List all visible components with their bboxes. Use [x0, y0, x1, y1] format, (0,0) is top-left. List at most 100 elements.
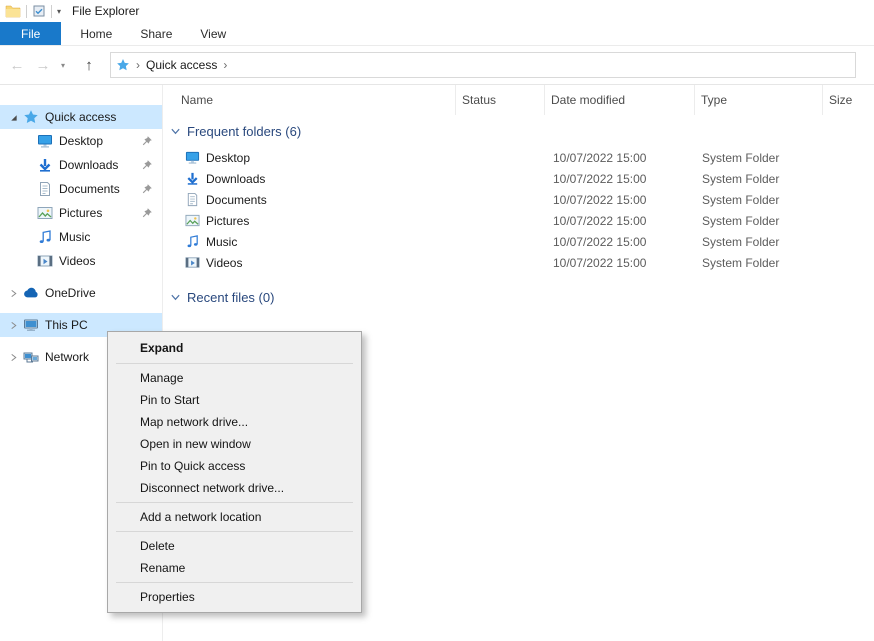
recent-locations-dropdown-icon[interactable]: ▾ — [56, 61, 70, 70]
chevron-collapsed-icon[interactable] — [7, 287, 19, 299]
pin-icon — [141, 135, 153, 147]
group-collapse-icon[interactable] — [170, 126, 181, 137]
tab-file[interactable]: File — [0, 22, 61, 45]
sidebar-item-quick-access[interactable]: Quick access — [0, 105, 162, 129]
window-title: File Explorer — [72, 4, 139, 18]
cell-name: Documents — [163, 192, 459, 207]
chevron-placeholder — [21, 255, 33, 267]
quick-access-star-icon — [23, 109, 39, 125]
back-button[interactable]: ← — [4, 57, 30, 74]
pin-icon — [141, 159, 153, 171]
sidebar-item-label: Desktop — [59, 134, 141, 148]
cell-date: 10/07/2022 15:00 — [547, 235, 696, 249]
sidebar-item-label: Documents — [59, 182, 141, 196]
group-collapse-icon[interactable] — [170, 292, 181, 303]
context-menu-item-open-in-new-window[interactable]: Open in new window — [108, 433, 361, 455]
context-menu-item-properties[interactable]: Properties — [108, 586, 361, 608]
file-row-music[interactable]: Music10/07/2022 15:00System Folder — [163, 231, 874, 252]
toolbar-divider — [26, 5, 27, 18]
file-rows: Desktop10/07/2022 15:00System FolderDown… — [163, 147, 874, 273]
context-menu-item-add-a-network-location[interactable]: Add a network location — [108, 506, 361, 528]
sidebar-item-label: OneDrive — [45, 286, 162, 300]
sidebar-item-documents[interactable]: Documents — [0, 177, 162, 201]
ribbon-tab-bar: FileHomeShareView — [0, 22, 874, 46]
tab-home[interactable]: Home — [66, 22, 126, 45]
menu-separator — [116, 531, 353, 532]
tab-share[interactable]: Share — [126, 22, 186, 45]
chevron-placeholder — [21, 231, 33, 243]
sidebar-item-label: Pictures — [59, 206, 141, 220]
chevron-placeholder — [21, 159, 33, 171]
group-header-frequent-folders[interactable]: Frequent folders (6) — [163, 115, 874, 147]
breadcrumb-chevron-icon[interactable]: › — [223, 58, 227, 72]
sidebar-item-label: Videos — [59, 254, 162, 268]
address-input[interactable]: › Quick access › — [110, 52, 856, 78]
pin-icon — [141, 207, 153, 219]
file-row-desktop[interactable]: Desktop10/07/2022 15:00System Folder — [163, 147, 874, 168]
chevron-expanded-icon[interactable] — [7, 111, 19, 123]
titlebar: ▾ File Explorer — [0, 0, 874, 22]
column-header-date-modified[interactable]: Date modified — [545, 85, 695, 115]
column-header-size[interactable]: Size — [823, 85, 874, 115]
cell-date: 10/07/2022 15:00 — [547, 151, 696, 165]
sidebar-item-onedrive[interactable]: OneDrive — [0, 281, 162, 305]
cell-type: System Folder — [696, 256, 823, 270]
file-row-videos[interactable]: Videos10/07/2022 15:00System Folder — [163, 252, 874, 273]
music-icon — [37, 229, 53, 245]
sidebar-item-label: This PC — [45, 318, 162, 332]
pictures-icon — [185, 213, 200, 228]
customize-toolbar-dropdown-icon[interactable]: ▾ — [57, 7, 61, 16]
cell-type: System Folder — [696, 235, 823, 249]
onedrive-icon — [23, 285, 39, 301]
desktop-icon — [37, 133, 53, 149]
address-bar: ← → ▾ ↑ › Quick access › — [0, 46, 874, 85]
breadcrumb-chevron-icon[interactable]: › — [136, 58, 140, 72]
cell-name: Pictures — [163, 213, 459, 228]
videos-icon — [185, 255, 200, 270]
sidebar-item-music[interactable]: Music — [0, 225, 162, 249]
context-menu-item-pin-to-start[interactable]: Pin to Start — [108, 389, 361, 411]
context-menu-item-map-network-drive[interactable]: Map network drive... — [108, 411, 361, 433]
context-menu-item-rename[interactable]: Rename — [108, 557, 361, 579]
menu-separator — [116, 502, 353, 503]
context-menu-item-disconnect-network-drive[interactable]: Disconnect network drive... — [108, 477, 361, 499]
file-row-documents[interactable]: Documents10/07/2022 15:00System Folder — [163, 189, 874, 210]
column-header-name[interactable]: Name — [163, 85, 456, 115]
file-name: Downloads — [206, 172, 265, 186]
downloads-icon — [37, 157, 53, 173]
chevron-collapsed-icon[interactable] — [7, 351, 19, 363]
cell-name: Videos — [163, 255, 459, 270]
cell-type: System Folder — [696, 214, 823, 228]
file-name: Documents — [206, 193, 267, 207]
chevron-placeholder — [21, 207, 33, 219]
chevron-collapsed-icon[interactable] — [7, 319, 19, 331]
downloads-icon — [185, 171, 200, 186]
context-menu: Expand ManagePin to StartMap network driv… — [107, 331, 362, 613]
context-menu-item-expand[interactable]: Expand — [108, 336, 361, 360]
forward-button[interactable]: → — [30, 57, 56, 74]
context-menu-item-pin-to-quick-access[interactable]: Pin to Quick access — [108, 455, 361, 477]
group-header-recent-files[interactable]: Recent files (0) — [163, 281, 874, 313]
documents-icon — [185, 192, 200, 207]
up-button[interactable]: ↑ — [76, 57, 102, 74]
context-menu-item-manage[interactable]: Manage — [108, 367, 361, 389]
breadcrumb-segment[interactable]: Quick access — [146, 58, 217, 72]
sidebar-item-videos[interactable]: Videos — [0, 249, 162, 273]
pictures-icon — [37, 205, 53, 221]
cell-date: 10/07/2022 15:00 — [547, 193, 696, 207]
menu-separator — [116, 582, 353, 583]
sidebar-item-desktop[interactable]: Desktop — [0, 129, 162, 153]
sidebar-item-pictures[interactable]: Pictures — [0, 201, 162, 225]
file-row-downloads[interactable]: Downloads10/07/2022 15:00System Folder — [163, 168, 874, 189]
column-header-status[interactable]: Status — [456, 85, 545, 115]
properties-button[interactable] — [32, 4, 46, 18]
file-row-pictures[interactable]: Pictures10/07/2022 15:00System Folder — [163, 210, 874, 231]
sidebar-item-downloads[interactable]: Downloads — [0, 153, 162, 177]
tab-view[interactable]: View — [186, 22, 240, 45]
desktop-icon — [185, 150, 200, 165]
group-label: Frequent folders (6) — [187, 124, 301, 139]
sidebar-item-label: Quick access — [45, 110, 162, 124]
column-header-type[interactable]: Type — [695, 85, 823, 115]
context-menu-item-delete[interactable]: Delete — [108, 535, 361, 557]
file-name: Desktop — [206, 151, 250, 165]
